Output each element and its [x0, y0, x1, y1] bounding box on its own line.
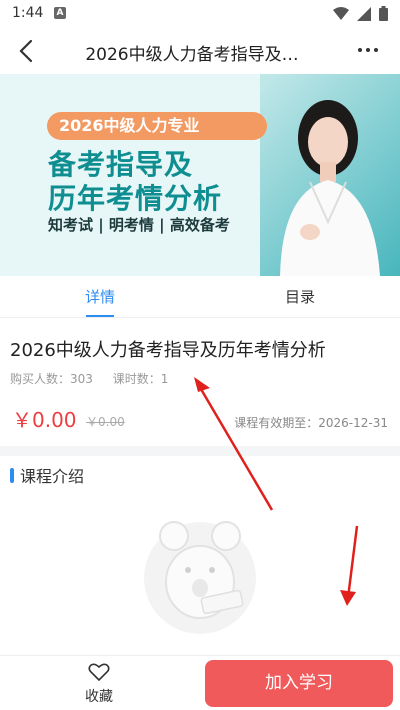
original-price: ￥0.00 [86, 415, 125, 429]
signal-icon [357, 6, 371, 21]
status-time: 1:44 [12, 5, 44, 21]
join-study-button[interactable]: 加入学习 [205, 660, 393, 707]
wifi-icon [333, 6, 349, 20]
section-title: 课程介绍 [20, 467, 85, 486]
section-header: 课程介绍 [10, 465, 85, 486]
more-icon[interactable] [358, 48, 378, 52]
heart-icon [88, 663, 110, 682]
nav-bar: 2026中级人力备考指导及… [0, 28, 400, 74]
valid-until: 课程有效期至：2026-12-31 [234, 416, 388, 430]
section-marker [10, 467, 14, 483]
battery-icon [379, 6, 388, 21]
lesson-count: 课时数：1 [112, 372, 169, 386]
status-bar: 1:44 A [0, 0, 400, 28]
annotation-arrow-down [346, 525, 359, 599]
back-icon[interactable] [14, 38, 40, 64]
banner-headline-line2: 历年考情分析 [48, 182, 223, 215]
instructor-image [280, 100, 380, 276]
section-divider [0, 446, 400, 456]
tab-detail[interactable]: 详情 [0, 276, 200, 318]
banner-tagline: 知考试 | 明考情 | 高效备考 [48, 216, 230, 234]
tab-catalog[interactable]: 目录 [200, 276, 400, 318]
buyer-count: 购买人数：303 [10, 372, 93, 386]
favorite-button[interactable]: 收藏 [64, 662, 134, 706]
empty-state-illustration [144, 521, 256, 634]
course-title: 2026中级人力备考指导及历年考情分析 [10, 340, 326, 361]
banner-headline-line1: 备考指导及 [48, 148, 194, 181]
notification-icon: A [54, 7, 66, 19]
annotation-arrowhead-up [194, 377, 210, 392]
course-meta: 购买人数：303 课时数：1 [10, 370, 184, 387]
favorite-label: 收藏 [85, 689, 113, 705]
status-icons [333, 6, 388, 21]
annotation-arrowhead-down [340, 590, 356, 606]
page-title: 2026中级人力备考指导及… [85, 45, 299, 65]
banner-pill: 2026中级人力专业 [47, 112, 267, 140]
active-tab-indicator [86, 315, 114, 317]
price: ￥0.00 [12, 408, 77, 432]
bottom-action-bar: 收藏 加入学习 [0, 655, 400, 710]
course-banner: 2026中级人力专业 备考指导及 历年考情分析 知考试 | 明考情 | 高效备考 [0, 74, 400, 276]
banner-headline: 备考指导及 历年考情分析 [48, 148, 222, 216]
tab-bar: 详情 目录 [0, 276, 400, 318]
